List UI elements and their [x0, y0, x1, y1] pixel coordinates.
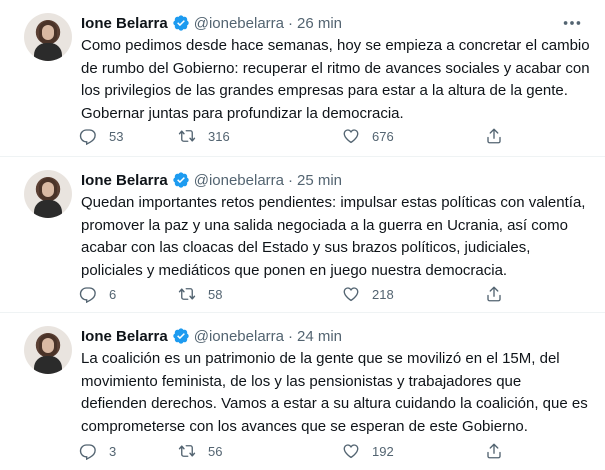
- share-button[interactable]: [485, 281, 503, 307]
- retweet-icon: [178, 288, 196, 300]
- reply-count: 6: [109, 286, 117, 302]
- tweet-actions: 53 316 676: [73, 123, 523, 149]
- verified-badge-icon: [173, 15, 189, 31]
- retweet-button[interactable]: 56: [178, 438, 222, 464]
- tweet[interactable]: Ione Belarra @ionebelarra · 25 min Queda…: [0, 157, 605, 313]
- like-icon: [343, 444, 359, 459]
- separator-dot: ·: [288, 327, 293, 345]
- reply-button[interactable]: 3: [79, 438, 116, 464]
- avatar[interactable]: [24, 170, 72, 218]
- tweet-header: Ione Belarra @ionebelarra · 24 min: [81, 325, 342, 347]
- timestamp[interactable]: 24 min: [297, 328, 342, 345]
- like-count: 218: [372, 286, 394, 302]
- tweet-text: Como pedimos desde hace semanas, hoy se …: [81, 37, 590, 122]
- author-handle[interactable]: @ionebelarra: [194, 172, 284, 189]
- reply-icon: [79, 287, 96, 303]
- tweet-text: La coalición es un patrimonio de la gent…: [81, 350, 588, 435]
- tweet-header: Ione Belarra @ionebelarra · 26 min: [81, 12, 342, 34]
- like-button[interactable]: 218: [342, 281, 394, 307]
- timestamp[interactable]: 25 min: [297, 172, 342, 189]
- share-icon: [487, 286, 501, 302]
- tweet-header: Ione Belarra @ionebelarra · 25 min: [81, 169, 342, 191]
- like-count: 676: [372, 128, 394, 144]
- like-button[interactable]: 192: [342, 438, 394, 464]
- verified-badge-icon: [173, 328, 189, 344]
- avatar[interactable]: [24, 326, 72, 374]
- separator-dot: ·: [288, 14, 293, 32]
- share-button[interactable]: [485, 438, 503, 464]
- author-name[interactable]: Ione Belarra: [81, 328, 168, 345]
- like-count: 192: [372, 443, 394, 459]
- tweet[interactable]: Ione Belarra @ionebelarra · 26 min Como …: [0, 0, 605, 157]
- reply-button[interactable]: 53: [79, 123, 123, 149]
- author-name[interactable]: Ione Belarra: [81, 15, 168, 32]
- reply-count: 53: [109, 128, 124, 144]
- reply-count: 3: [109, 443, 117, 459]
- reply-button[interactable]: 6: [79, 281, 116, 307]
- author-name[interactable]: Ione Belarra: [81, 172, 168, 189]
- retweet-button[interactable]: 58: [178, 281, 222, 307]
- retweet-button[interactable]: 316: [178, 123, 230, 149]
- like-button[interactable]: 676: [342, 123, 394, 149]
- reply-icon: [79, 129, 96, 145]
- retweet-icon: [178, 130, 196, 142]
- retweet-icon: [178, 445, 196, 457]
- like-icon: [343, 287, 359, 302]
- share-icon: [487, 443, 501, 459]
- avatar[interactable]: [24, 13, 72, 61]
- author-handle[interactable]: @ionebelarra: [194, 15, 284, 32]
- retweet-count: 56: [208, 443, 223, 459]
- share-icon: [487, 128, 501, 144]
- retweet-count: 58: [208, 286, 223, 302]
- like-icon: [343, 129, 359, 144]
- tweet-actions: 6 58 218: [73, 281, 523, 307]
- tweet[interactable]: Ione Belarra @ionebelarra · 24 min La co…: [0, 313, 605, 470]
- verified-badge-icon: [173, 172, 189, 188]
- tweet-thread: Ione Belarra @ionebelarra · 26 min Como …: [0, 0, 605, 470]
- tweet-actions: 3 56 192: [73, 438, 523, 464]
- more-icon[interactable]: [561, 12, 583, 34]
- retweet-count: 316: [208, 128, 230, 144]
- tweet-text: Quedan importantes retos pendientes: imp…: [81, 194, 586, 279]
- timestamp[interactable]: 26 min: [297, 15, 342, 32]
- separator-dot: ·: [288, 171, 293, 189]
- share-button[interactable]: [485, 123, 503, 149]
- reply-icon: [79, 444, 96, 460]
- author-handle[interactable]: @ionebelarra: [194, 328, 284, 345]
